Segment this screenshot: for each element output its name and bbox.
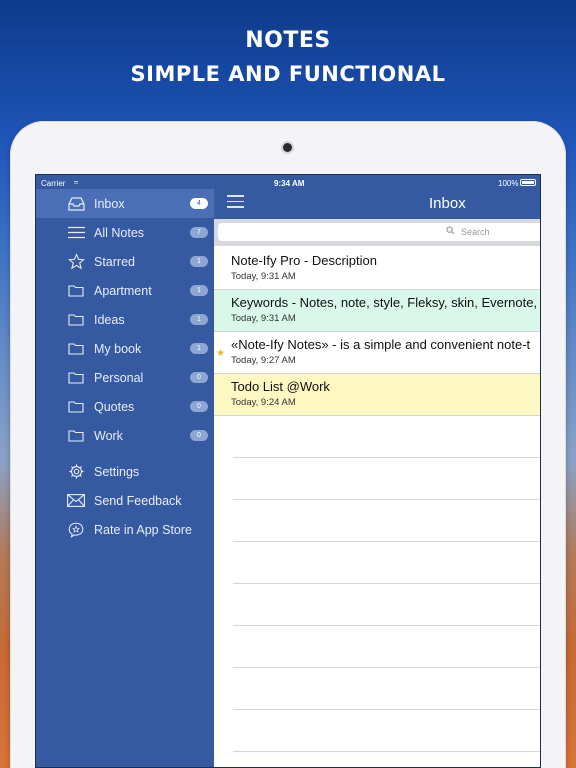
note-row[interactable]: Note-Ify Pro - Description Today, 9:31 A… [214,248,540,290]
note-row[interactable]: Todo List @Work Today, 9:24 AM [214,374,540,416]
rate-app-button[interactable]: Rate in App Store [36,515,214,544]
count-badge: 7 [190,227,208,238]
note-title: Keywords - Notes, note, style, Fleksy, s… [231,295,538,310]
sidebar-item-label: Starred [94,254,135,269]
sidebar-item-ideas[interactable]: Ideas 1 [36,305,214,334]
battery-percent: 100% [498,179,519,188]
folder-icon [67,311,85,329]
sidebar: Inbox 4 All Notes 7 Starred 1 Apartment … [36,175,214,767]
note-title: Todo List @Work [231,379,330,394]
sidebar-item-label: Inbox [94,196,125,211]
star-icon [67,253,85,271]
sidebar-item-all-notes[interactable]: All Notes 7 [36,218,214,247]
battery-icon [520,179,536,186]
folder-icon [67,282,85,300]
note-date: Today, 9:31 AM [231,271,296,282]
rate-star-icon [67,521,85,539]
folder-icon [67,340,85,358]
sidebar-item-starred[interactable]: Starred 1 [36,247,214,276]
empty-row-divider [233,457,540,458]
rate-app-label: Rate in App Store [94,522,192,537]
starred-icon: ★ [216,348,225,359]
count-badge: 1 [190,343,208,354]
inbox-icon [67,195,85,213]
count-badge: 1 [190,256,208,267]
folder-icon [67,427,85,445]
search-input[interactable]: Search [218,223,540,241]
note-row[interactable]: Keywords - Notes, note, style, Fleksy, s… [214,290,540,332]
sidebar-item-label: All Notes [94,225,145,240]
sidebar-item-label: Quotes [94,399,135,414]
carrier-label: Carrier [41,179,66,188]
sidebar-item-label: Apartment [94,283,152,298]
count-badge: 0 [190,372,208,383]
mail-icon [67,492,85,510]
note-date: Today, 9:27 AM [231,355,296,366]
folder-icon [67,398,85,416]
folder-icon [67,369,85,387]
empty-row-divider [233,583,540,584]
sidebar-item-work[interactable]: Work 0 [36,421,214,450]
count-badge: 4 [190,198,208,209]
sidebar-item-apartment[interactable]: Apartment 1 [36,276,214,305]
count-badge: 1 [190,285,208,296]
sidebar-item-quotes[interactable]: Quotes 0 [36,392,214,421]
empty-row-divider [233,541,540,542]
empty-row-divider [233,709,540,710]
note-title: Note-Ify Pro - Description [231,253,377,268]
sidebar-item-label: Ideas [94,312,125,327]
sidebar-item-label: Personal [94,370,144,385]
settings-button[interactable]: Settings [36,457,214,486]
count-badge: 1 [190,314,208,325]
clock: 9:34 AM [274,179,305,188]
headline-notes: NOTES [245,28,331,53]
empty-row-divider [233,751,540,752]
count-badge: 0 [190,401,208,412]
empty-row-divider [233,499,540,500]
app-screen: Inbox 4 All Notes 7 Starred 1 Apartment … [35,174,541,768]
sidebar-item-label: Work [94,428,123,443]
gear-icon [67,463,85,481]
settings-label: Settings [94,464,140,479]
note-date: Today, 9:24 AM [231,397,296,408]
menu-icon[interactable] [227,195,244,208]
note-date: Today, 9:31 AM [231,313,296,324]
send-feedback-label: Send Feedback [94,493,182,508]
sidebar-item-my-book[interactable]: My book 1 [36,334,214,363]
list-icon [67,224,85,242]
send-feedback-button[interactable]: Send Feedback [36,486,214,515]
wifi-icon: ≈ [74,178,79,187]
sidebar-item-label: My book [94,341,142,356]
page-title: Inbox [429,195,466,212]
status-bar: Carrier ≈ 9:34 AM 100% [36,175,540,192]
search-placeholder: Search [461,227,490,237]
note-row[interactable]: ★ «Note-Ify Notes» - is a simple and con… [214,332,540,374]
sidebar-item-inbox[interactable]: Inbox 4 [36,189,214,218]
search-icon [446,226,455,237]
notes-pane: Inbox Search Note-Ify Pro - Description … [214,175,540,767]
empty-row-divider [233,625,540,626]
note-title: «Note-Ify Notes» - is a simple and conve… [231,337,531,352]
sidebar-item-personal[interactable]: Personal 0 [36,363,214,392]
camera-icon [283,143,292,152]
headline-tagline: SIMPLE AND FUNCTIONAL [130,62,446,86]
search-bar: Search [214,219,540,246]
empty-row-divider [233,667,540,668]
count-badge: 0 [190,430,208,441]
